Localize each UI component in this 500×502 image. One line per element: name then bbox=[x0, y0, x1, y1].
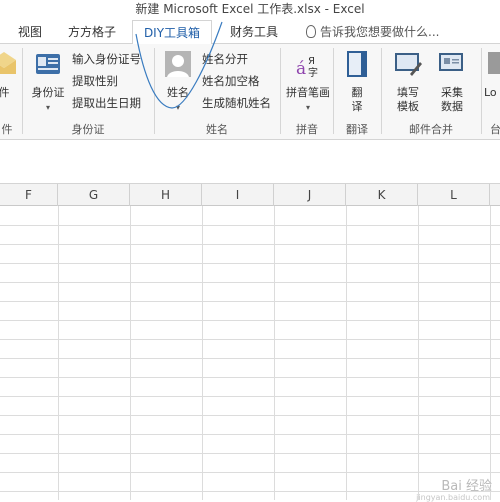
column-header[interactable]: G bbox=[58, 184, 130, 206]
grid-row-line bbox=[0, 434, 500, 435]
column-header[interactable]: I bbox=[202, 184, 274, 206]
translate-book-icon bbox=[347, 51, 367, 77]
group-mail-merge: 填写模板 采集数据 邮件合并 bbox=[382, 44, 480, 140]
grid-row-line bbox=[0, 358, 500, 359]
translate-button[interactable]: 翻译 bbox=[340, 50, 374, 114]
id-card-button[interactable]: 身份证 ▾ bbox=[28, 50, 68, 115]
grid-row-line bbox=[0, 301, 500, 302]
mail-partial-label: 件 bbox=[0, 86, 10, 99]
grid-column-line bbox=[346, 206, 347, 500]
grid-column-line bbox=[58, 206, 59, 500]
grid-column-line bbox=[202, 206, 203, 500]
id-card-icon bbox=[36, 54, 60, 74]
group-mail-partial: 件 件 bbox=[0, 44, 20, 140]
tell-me-label: 告诉我您想要做什么... bbox=[320, 25, 440, 39]
column-header[interactable]: L bbox=[418, 184, 490, 206]
svg-text:Я: Я bbox=[308, 56, 315, 67]
data-collect-icon bbox=[439, 53, 463, 71]
column-header[interactable]: K bbox=[346, 184, 418, 206]
svg-text:字: 字 bbox=[308, 66, 318, 78]
ribbon-tabs: 视图 方方格子 DIY工具箱 财务工具 告诉我您想要做什么... bbox=[0, 20, 500, 45]
svg-text:á: á bbox=[296, 59, 306, 78]
dropdown-caret-icon: ▾ bbox=[305, 103, 310, 112]
window-title: 新建 Microsoft Excel 工作表.xlsx - Excel bbox=[0, 0, 500, 18]
group-label-pinyin: 拼音 bbox=[296, 123, 318, 136]
group-label-translate: 翻译 bbox=[346, 123, 368, 136]
group-pinyin: áЯ字 拼音笔画 ▾ 拼音 bbox=[282, 44, 332, 140]
grid-row-line bbox=[0, 263, 500, 264]
group-divider bbox=[22, 48, 23, 134]
worksheet-grid[interactable] bbox=[0, 206, 500, 500]
column-header[interactable]: F bbox=[0, 184, 58, 206]
grid-column-line bbox=[418, 206, 419, 500]
fill-template-button[interactable]: 填写模板 bbox=[388, 50, 428, 114]
template-edit-icon bbox=[395, 53, 422, 76]
grid-row-line bbox=[0, 415, 500, 416]
input-id-number-button[interactable]: 输入身份证号 bbox=[72, 50, 141, 68]
collect-data-button[interactable]: 采集数据 bbox=[432, 50, 472, 114]
annotation-check-mark bbox=[135, 21, 223, 109]
grid-row-line bbox=[0, 453, 500, 454]
envelope-icon bbox=[0, 52, 16, 74]
formula-bar-area bbox=[0, 141, 500, 184]
pinyin-stroke-label: 拼音笔画 bbox=[286, 86, 330, 99]
group-label-right-partial: 台 bbox=[490, 123, 500, 136]
partial-icon bbox=[488, 52, 500, 74]
collect-data-label: 采集数据 bbox=[441, 86, 463, 113]
watermark-sub: jingyan.baidu.com bbox=[416, 493, 490, 502]
group-label-id-card: 身份证 bbox=[71, 123, 105, 136]
grid-row-line bbox=[0, 320, 500, 321]
tab-fangfang[interactable]: 方方格子 bbox=[62, 20, 122, 44]
grid-column-line bbox=[274, 206, 275, 500]
grid-row-line bbox=[0, 339, 500, 340]
right-partial-label: Lo bbox=[484, 86, 497, 99]
group-translate: 翻译 翻译 bbox=[334, 44, 380, 140]
group-id-card: 身份证 ▾ 输入身份证号 提取性别 提取出生日期 身份证 bbox=[24, 44, 152, 140]
right-partial-button[interactable]: Lo bbox=[484, 50, 500, 100]
grid-column-line bbox=[130, 206, 131, 500]
watermark: Bai 经验 bbox=[441, 479, 492, 494]
ribbon: 件 件 身份证 ▾ 输入身份证号 提取性别 提取出生日期 身份证 姓名 ▾ 姓名… bbox=[0, 21, 500, 140]
column-header[interactable]: J bbox=[274, 184, 346, 206]
grid-row-line bbox=[0, 491, 500, 492]
grid-row-line bbox=[0, 225, 500, 226]
column-headers: F G H I J K L bbox=[0, 184, 500, 206]
group-label-name: 姓名 bbox=[206, 123, 228, 136]
column-header[interactable]: H bbox=[130, 184, 202, 206]
grid-row-line bbox=[0, 377, 500, 378]
fill-template-label: 填写模板 bbox=[397, 86, 419, 113]
grid-row-line bbox=[0, 244, 500, 245]
translate-label: 翻译 bbox=[351, 86, 363, 113]
extract-birthdate-button[interactable]: 提取出生日期 bbox=[72, 94, 141, 112]
tab-finance[interactable]: 财务工具 bbox=[224, 20, 284, 44]
dropdown-caret-icon: ▾ bbox=[45, 103, 50, 112]
group-divider bbox=[280, 48, 281, 134]
pinyin-stroke-button[interactable]: áЯ字 拼音笔画 ▾ bbox=[286, 50, 330, 115]
grid-row-line bbox=[0, 472, 500, 473]
extract-gender-button[interactable]: 提取性别 bbox=[72, 72, 118, 90]
group-label-mail-partial: 件 bbox=[1, 123, 13, 136]
group-label-mail-merge: 邮件合并 bbox=[409, 123, 453, 136]
mail-partial-button[interactable]: 件 bbox=[0, 50, 22, 100]
id-card-label: 身份证 bbox=[31, 86, 65, 99]
grid-column-line bbox=[490, 206, 491, 500]
grid-row-line bbox=[0, 282, 500, 283]
grid-row-line bbox=[0, 396, 500, 397]
pinyin-icon: á Я字 bbox=[296, 56, 318, 79]
tab-view[interactable]: 视图 bbox=[14, 20, 46, 44]
tell-me-search[interactable]: 告诉我您想要做什么... bbox=[306, 20, 439, 44]
lightbulb-icon bbox=[306, 25, 316, 38]
group-right-partial: Lo 台 bbox=[482, 44, 500, 140]
